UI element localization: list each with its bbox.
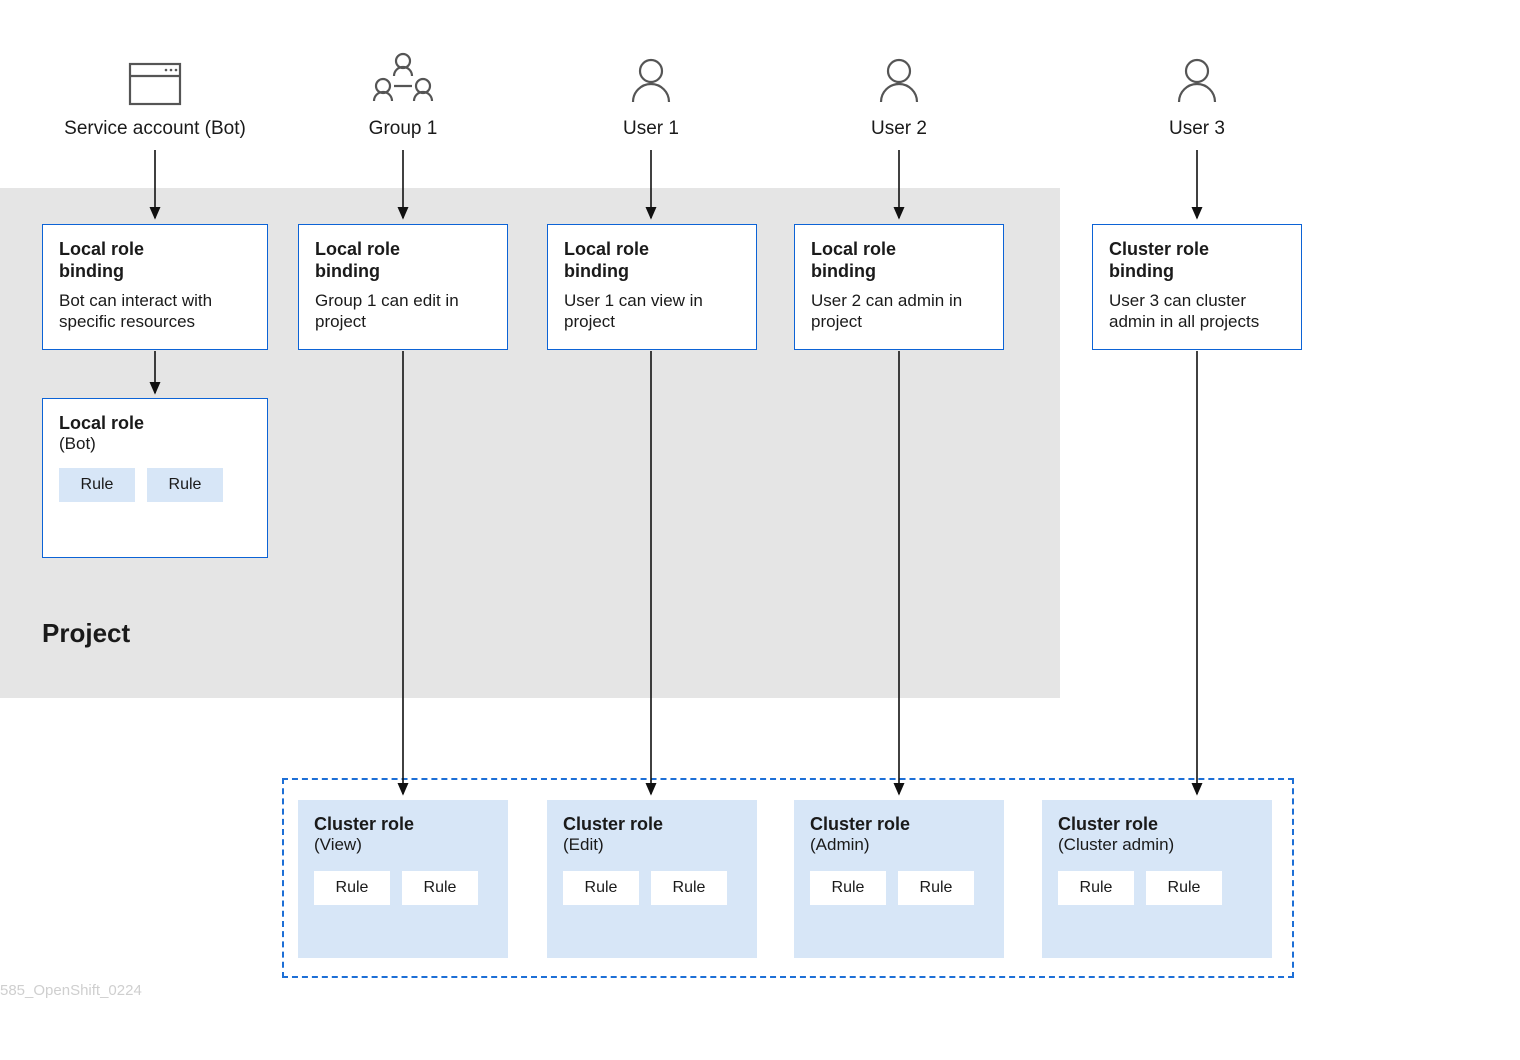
cluster-role-rule: Rule <box>898 871 974 905</box>
cluster-role-admin-subtitle: (Admin) <box>810 835 988 855</box>
cluster-role-cadmin-title: Cluster role <box>1058 814 1256 835</box>
user1-label: User 1 <box>601 118 701 140</box>
local-role-title: Local role <box>59 413 251 434</box>
binding-user1: Local role binding User 1 can view in pr… <box>547 224 757 350</box>
cluster-role-rule: Rule <box>1146 871 1222 905</box>
binding-user3-title: Cluster role binding <box>1109 239 1285 282</box>
cluster-role-rule: Rule <box>402 871 478 905</box>
cluster-role-view-subtitle: (View) <box>314 835 492 855</box>
group1-label: Group 1 <box>353 118 453 140</box>
binding-user1-title: Local role binding <box>564 239 740 282</box>
binding-user2-body: User 2 can admin in project <box>811 290 987 333</box>
cluster-role-rule: Rule <box>314 871 390 905</box>
binding-bot: Local role binding Bot can interact with… <box>42 224 268 350</box>
cluster-role-edit-title: Cluster role <box>563 814 741 835</box>
user1-icon <box>628 58 674 113</box>
binding-user3-body: User 3 can cluster admin in all projects <box>1109 290 1285 333</box>
group-icon <box>366 50 440 113</box>
binding-user2-title: Local role binding <box>811 239 987 282</box>
cluster-role-view-title: Cluster role <box>314 814 492 835</box>
binding-group1-body: Group 1 can edit in project <box>315 290 491 333</box>
project-label: Project <box>42 618 130 649</box>
binding-group1-title: Local role binding <box>315 239 491 282</box>
cluster-role-admin: Cluster role (Admin) Rule Rule <box>794 800 1004 958</box>
local-role-subtitle: (Bot) <box>59 434 251 454</box>
cluster-role-rule: Rule <box>563 871 639 905</box>
cluster-role-admin-title: Cluster role <box>810 814 988 835</box>
local-role-rule: Rule <box>147 468 223 502</box>
binding-user3: Cluster role binding User 3 can cluster … <box>1092 224 1302 350</box>
service-account-label: Service account (Bot) <box>55 118 255 140</box>
binding-user1-body: User 1 can view in project <box>564 290 740 333</box>
cluster-role-view: Cluster role (View) Rule Rule <box>298 800 508 958</box>
user3-label: User 3 <box>1147 118 1247 140</box>
cluster-role-edit-subtitle: (Edit) <box>563 835 741 855</box>
cluster-role-cadmin-subtitle: (Cluster admin) <box>1058 835 1256 855</box>
user3-icon <box>1174 58 1220 113</box>
cluster-role-rule: Rule <box>1058 871 1134 905</box>
local-role-rule: Rule <box>59 468 135 502</box>
service-account-icon <box>128 62 182 111</box>
user2-label: User 2 <box>849 118 949 140</box>
user2-icon <box>876 58 922 113</box>
binding-group1: Local role binding Group 1 can edit in p… <box>298 224 508 350</box>
cluster-role-cluster-admin: Cluster role (Cluster admin) Rule Rule <box>1042 800 1272 958</box>
binding-bot-title: Local role binding <box>59 239 251 282</box>
diagram-canvas: Service account (Bot) Group 1 User 1 <box>0 0 1520 1060</box>
binding-bot-body: Bot can interact with specific resources <box>59 290 251 333</box>
cluster-role-edit: Cluster role (Edit) Rule Rule <box>547 800 757 958</box>
binding-user2: Local role binding User 2 can admin in p… <box>794 224 1004 350</box>
cluster-role-rule: Rule <box>651 871 727 905</box>
cluster-role-rule: Rule <box>810 871 886 905</box>
watermark-label: 585_OpenShift_0224 <box>0 982 142 999</box>
local-role-bot: Local role (Bot) Rule Rule <box>42 398 268 558</box>
